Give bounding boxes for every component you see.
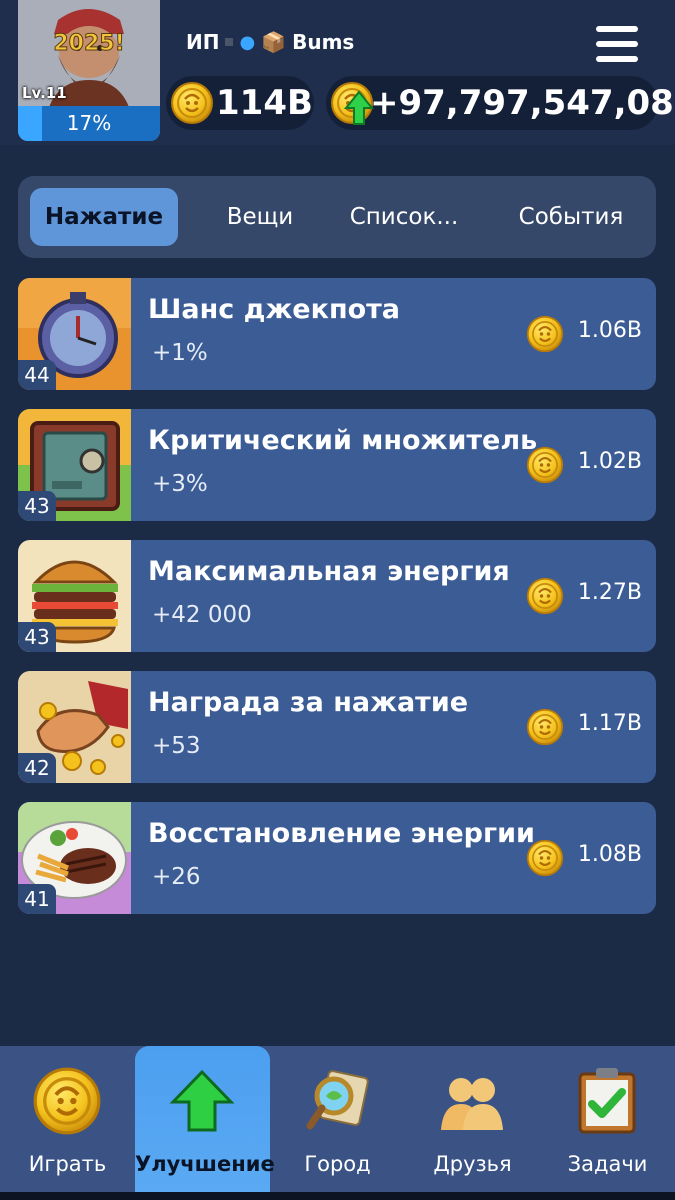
tab-list[interactable]: Список... [338,188,470,246]
upgrade-title: Максимальная энергия [148,556,510,587]
balance-value: 114B [216,83,313,123]
income-value: +97,797,547,089 [370,83,675,123]
coin-icon [526,315,564,353]
upgrade-card[interactable]: 44 Шанс джекпота +1% 1.06B [18,278,656,390]
upgrade-level: 44 [18,360,56,390]
nav-play[interactable]: Играть [0,1046,135,1192]
upgrade-level: 41 [18,884,56,914]
level-label: Lv.11 [22,84,67,102]
avatar-year: 2025! [53,31,124,56]
profile-prefix: ИП [186,30,220,54]
nav-upgrade[interactable]: Улучшение [135,1046,275,1192]
header: 2025! Lv.11 17% ИП ● 📦 Bums 114B +97,797… [0,0,675,145]
magnifier-map-icon [306,1070,369,1130]
tab-events[interactable]: События [506,188,636,246]
upgrade-bonus: +3% [152,471,208,497]
upgrade-bonus: +1% [152,340,208,366]
upgrade-title: Восстановление энергии [148,818,535,849]
coin-icon [526,577,564,615]
income-display: +97,797,547,089 [326,76,675,130]
upgrade-bonus: +42 000 [152,602,252,628]
coin-icon [526,839,564,877]
game-name: Bums [292,30,355,54]
upgrade-price: 1.27B [577,580,642,605]
level-progress-bar: 17% [18,106,160,141]
coin-icon [32,1066,102,1136]
upgrade-title: Награда за нажатие [148,687,469,718]
upgrade-price: 1.06B [577,318,642,343]
upgrade-tabs: Нажатие Вещи Список... События [18,176,656,258]
upgrade-card[interactable]: 43 Критический множитель +3% 1.02B [18,409,656,521]
nav-label: Играть [28,1152,107,1176]
hamburger-menu-icon[interactable] [596,26,638,62]
upgrade-title: Критический множитель [148,425,538,456]
nav-label: Задачи [567,1152,648,1176]
bottom-nav: Играть Улучшение Город Друзья Задачи [0,1046,675,1200]
coin-icon [526,446,564,484]
nav-city[interactable]: Город [270,1046,405,1192]
friends-icon [441,1078,503,1130]
upgrade-arrow-icon [169,1069,235,1132]
nav-label: Город [304,1152,371,1176]
upgrade-level: 42 [18,753,56,783]
tab-tap[interactable]: Нажатие [30,188,178,246]
level-progress-text: 17% [66,111,112,135]
nav-label: Улучшение [135,1152,275,1176]
upgrade-bonus: +26 [152,864,201,890]
coin-icon [170,81,214,125]
box-icon: 📦 [261,30,287,54]
upgrade-card[interactable]: 43 Максимальная энергия +42 000 1.27B [18,540,656,652]
upgrade-title: Шанс джекпота [148,294,401,325]
clipboard-check-icon [578,1068,636,1134]
coin-icon [526,708,564,746]
upgrade-level: 43 [18,491,56,521]
upgrade-level: 43 [18,622,56,652]
balance-display: 114B [166,76,314,130]
upgrade-price: 1.17B [577,711,642,736]
nav-label: Друзья [433,1152,512,1176]
upgrade-price: 1.08B [577,842,642,867]
upgrade-bonus: +53 [152,733,201,759]
upgrade-price: 1.02B [577,449,642,474]
profile-name[interactable]: ИП ● 📦 Bums [186,30,354,54]
upgrade-card[interactable]: 42 Награда за нажатие +53 1.17B [18,671,656,783]
nav-tasks[interactable]: Задачи [540,1046,675,1192]
separator-dot-icon [225,38,234,46]
tab-items[interactable]: Вещи [208,188,312,246]
upgrade-card[interactable]: 41 Восстановление энергии +26 1.08B [18,802,656,914]
nav-friends[interactable]: Друзья [405,1046,540,1192]
paw-icon: ● [239,31,256,53]
avatar[interactable]: 2025! Lv.11 17% [18,0,160,141]
